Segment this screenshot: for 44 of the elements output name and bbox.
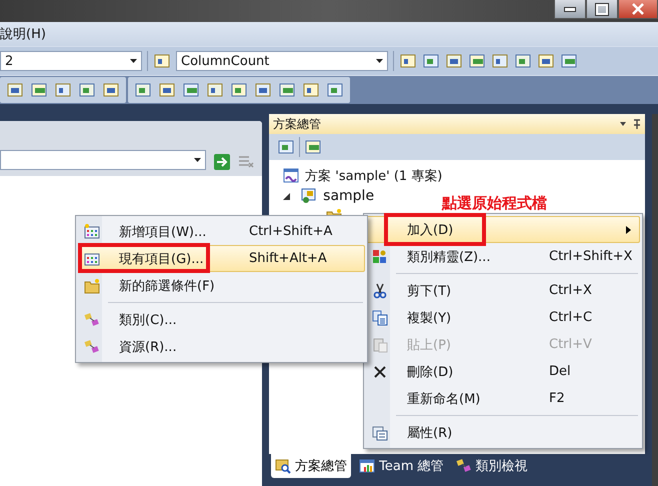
menu-item[interactable]: 資源(R)... [78,333,365,360]
close-icon [372,364,388,380]
grid-icon [84,250,100,266]
menu-item[interactable]: 說明(H) [0,25,48,43]
copy-icon [372,310,388,326]
tree-item[interactable]: sample [323,188,374,204]
menu-item[interactable]: 刪除(D) Del [366,358,640,385]
folder-search-icon [275,458,292,474]
menu-item[interactable]: 新增項目(W)... Ctrl+Shift+A [78,218,365,245]
shapes-icon [84,338,100,354]
menu-item[interactable]: 新的篩選條件(F) [78,272,365,299]
menu-item[interactable]: 類別(C)... [78,306,365,333]
menu-item[interactable]: 加入(D) [366,216,640,243]
restore-button[interactable] [586,0,618,19]
menu-item[interactable]: 剪下(T) Ctrl+X [366,277,640,304]
shapes-icon [84,312,100,328]
solution-icon [283,168,300,184]
grid-icon [84,224,100,240]
panel-tab[interactable]: 方案總管 [271,454,352,478]
panel-tab[interactable]: 類別檢視 [452,454,532,478]
minimize-button[interactable] [554,0,586,19]
grid-icon [372,248,388,264]
tree-item[interactable]: 方案 'sample' (1 專案) [305,167,442,185]
combo-box[interactable]: 2 [0,51,142,71]
close-icon [631,3,645,15]
dropdown-arrow-icon[interactable] [194,158,201,162]
menu-item[interactable]: 複製(Y) Ctrl+C [366,304,640,331]
dropdown-arrow-icon[interactable] [376,59,383,63]
menu-item[interactable]: 重新命名(M) F2 [366,385,640,412]
member-combo-box[interactable]: ColumnCount [176,51,388,71]
menu-item[interactable]: 類別精靈(Z)... Ctrl+Shift+X [366,243,640,270]
annotation-text: 點選原始程式檔 [442,194,547,213]
menu-item[interactable]: 屬性(R) [366,419,640,446]
submenu-arrow-icon [626,226,631,234]
dropdown-arrow-icon[interactable] [130,59,137,63]
bar-chart-icon [359,458,376,474]
close-button[interactable] [618,0,658,19]
panel-title: 方案總管 [273,116,322,132]
go-arrow-icon[interactable] [214,154,230,170]
panel-tab[interactable]: Team 總管 [355,454,448,478]
pin-icon[interactable] [619,119,642,129]
shapes-icon [456,458,472,474]
scissors-icon [372,282,388,298]
project-icon [301,188,318,204]
